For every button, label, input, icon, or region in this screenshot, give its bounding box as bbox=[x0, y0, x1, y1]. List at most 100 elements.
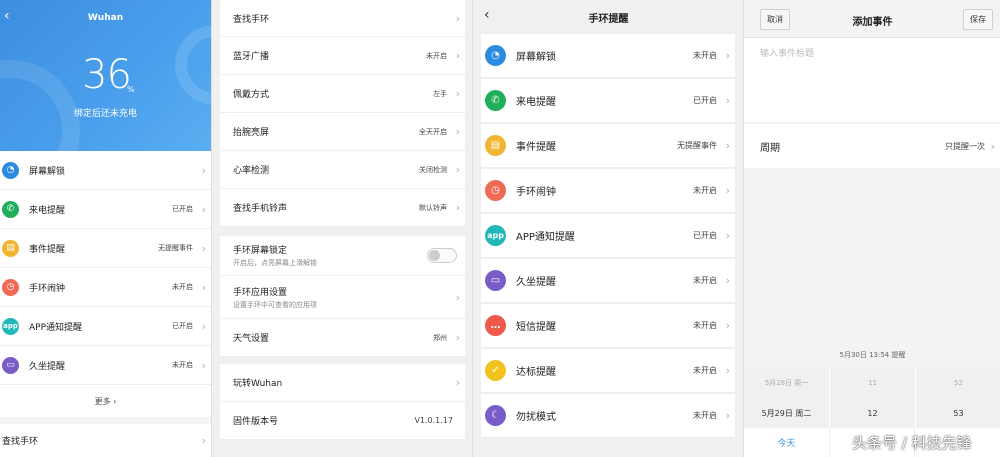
picker-cell[interactable]: 11 bbox=[830, 368, 915, 398]
chevron-right-icon: › bbox=[455, 376, 460, 389]
list-item-dnd[interactable]: ☾ 勿扰模式 未开启 › bbox=[481, 394, 735, 438]
today-button[interactable]: 今天 bbox=[744, 428, 830, 457]
chevron-right-icon: › bbox=[725, 94, 730, 107]
item-label: APP通知提醒 bbox=[29, 322, 83, 333]
item-label: 屏幕解锁 bbox=[516, 52, 556, 63]
item-label: 屏幕解锁 bbox=[29, 166, 66, 177]
calendar-icon: ▤ bbox=[485, 135, 506, 156]
list-item-alarm[interactable]: ◷ 手环闹钟 未开启 › bbox=[0, 268, 211, 307]
item-label: 佩戴方式 bbox=[233, 90, 270, 100]
item-value: 郑州 bbox=[433, 333, 447, 342]
setting-band-apps[interactable]: 手环应用设置 设置手环中可查看的应用项 › bbox=[220, 276, 465, 319]
list-item-app-notify[interactable]: app APP通知提醒 已开启 › bbox=[481, 214, 735, 258]
item-label: 久坐提醒 bbox=[516, 277, 556, 288]
setting-heart-rate[interactable]: 心率检测 关闭检测 › bbox=[220, 151, 465, 189]
chevron-right-icon: › bbox=[725, 319, 730, 332]
setting-firmware-version: 固件版本号 V1.0.1.17 bbox=[220, 402, 465, 440]
chevron-right-icon: › bbox=[725, 184, 730, 197]
item-value: 已开启 bbox=[172, 205, 193, 213]
item-label: 勿扰模式 bbox=[516, 412, 556, 423]
list-item-screen-unlock[interactable]: ◔ 屏幕解锁 › bbox=[0, 151, 211, 190]
lock-icon: ◔ bbox=[485, 45, 506, 66]
chevron-right-icon: › bbox=[725, 49, 730, 62]
chevron-right-icon: › bbox=[990, 139, 995, 153]
item-value: 左手 bbox=[433, 89, 447, 98]
more-button[interactable]: 更多 › bbox=[0, 385, 211, 417]
item-label: APP通知提醒 bbox=[516, 232, 575, 243]
item-label: 手环应用设置 bbox=[233, 287, 288, 298]
item-label: 蓝牙广播 bbox=[233, 52, 270, 62]
item-label: 天气设置 bbox=[233, 334, 270, 344]
lock-icon: ◔ bbox=[2, 161, 19, 179]
item-label: 心率检测 bbox=[233, 166, 270, 176]
item-value: 未开启 bbox=[172, 361, 193, 369]
alarm-icon: ◷ bbox=[2, 278, 19, 296]
item-label: 事件提醒 bbox=[29, 244, 66, 255]
item-value: 全天开启 bbox=[419, 127, 447, 136]
alarm-icon: ◷ bbox=[485, 180, 506, 201]
item-value: 已开启 bbox=[172, 322, 193, 330]
find-band-row[interactable]: 查找手环 › bbox=[0, 424, 211, 457]
item-label: 久坐提醒 bbox=[29, 361, 66, 372]
picker-hour-column[interactable]: 11 12 bbox=[830, 368, 916, 428]
picker-cell[interactable]: 5月28日 周一 bbox=[744, 368, 829, 398]
list-item-sms[interactable]: … 短信提醒 未开启 › bbox=[481, 304, 735, 348]
list-item-screen-unlock[interactable]: ◔ 屏幕解锁 未开启 › bbox=[481, 34, 735, 78]
picker-cell[interactable]: 52 bbox=[916, 368, 1000, 398]
picker-date-column[interactable]: 5月28日 周一 5月29日 周二 bbox=[744, 368, 830, 428]
item-value: 未开启 bbox=[693, 51, 717, 60]
app-icon: app bbox=[2, 317, 19, 335]
list-item-event-reminder[interactable]: ▤ 事件提醒 无提醒事件 › bbox=[0, 229, 211, 268]
item-value: 未开启 bbox=[693, 366, 717, 375]
battery-unit: % bbox=[127, 85, 135, 94]
picker-cell-selected[interactable]: 5月29日 周二 bbox=[744, 398, 829, 428]
period-row[interactable]: 周期 只提醒一次 › bbox=[744, 124, 1000, 168]
item-label: 玩转Wuhan bbox=[233, 379, 283, 389]
item-value: V1.0.1.17 bbox=[414, 416, 453, 425]
list-item-event-reminder[interactable]: ▤ 事件提醒 无提醒事件 › bbox=[481, 124, 735, 168]
item-label: 查找手机铃声 bbox=[233, 204, 288, 214]
chevron-right-icon: › bbox=[201, 319, 206, 333]
save-button[interactable]: 保存 bbox=[963, 9, 993, 30]
chevron-right-icon: › bbox=[201, 202, 206, 216]
item-label: 固件版本号 bbox=[233, 417, 279, 427]
setting-raise-to-wake[interactable]: 抬腕亮屏 全天开启 › bbox=[220, 113, 465, 151]
item-value: 关闭检测 bbox=[419, 165, 447, 174]
datetime-picker[interactable]: 5月28日 周一 5月29日 周二 11 12 52 53 bbox=[744, 368, 1000, 428]
setting-wear-mode[interactable]: 佩戴方式 左手 › bbox=[220, 75, 465, 113]
device-home-panel: ‹ Wuhan 36 % 绑定后还未充电 ◔ 屏幕解锁 › ✆ 来电提醒 已开启… bbox=[0, 0, 211, 457]
item-sublabel: 开启后，点亮屏幕上滑解锁 bbox=[233, 259, 317, 267]
list-item-sedentary[interactable]: ▭ 久坐提醒 未开启 › bbox=[481, 259, 735, 303]
item-value: 未开启 bbox=[172, 283, 193, 291]
list-item-alarm[interactable]: ◷ 手环闹钟 未开启 › bbox=[481, 169, 735, 213]
picker-cell-selected[interactable]: 53 bbox=[916, 398, 1000, 428]
period-label: 周期 bbox=[760, 142, 780, 154]
item-label: 查找手环 bbox=[233, 14, 270, 25]
list-item-goal[interactable]: ✓ 达标提醒 未开启 › bbox=[481, 349, 735, 393]
list-item-app-notify[interactable]: app APP通知提醒 已开启 › bbox=[0, 307, 211, 346]
device-name: Wuhan bbox=[87, 13, 124, 23]
decor-circle bbox=[175, 25, 211, 105]
setting-weather[interactable]: 天气设置 郑州 › bbox=[220, 319, 465, 357]
screen-lock-toggle[interactable] bbox=[427, 248, 457, 263]
picker-minute-column[interactable]: 52 53 bbox=[916, 368, 1000, 428]
setting-screen-lock: 手环屏幕锁定 开启后，点亮屏幕上滑解锁 bbox=[220, 236, 465, 276]
list-item-call-reminder[interactable]: ✆ 来电提醒 已开启 › bbox=[481, 79, 735, 123]
message-icon: … bbox=[485, 315, 506, 336]
band-reminders-panel: ‹ 手环提醒 ◔ 屏幕解锁 未开启 › ✆ 来电提醒 已开启 › ▤ 事件提醒 … bbox=[472, 0, 743, 457]
event-title-input[interactable]: 输入事件标题 bbox=[744, 38, 1000, 122]
item-value: 未开启 bbox=[693, 186, 717, 195]
chevron-right-icon: › bbox=[201, 241, 206, 255]
picker-cell-selected[interactable]: 12 bbox=[830, 398, 915, 428]
item-label: 来电提醒 bbox=[29, 205, 66, 216]
setting-find-phone-ringtone[interactable]: 查找手机铃声 默认铃声 › bbox=[220, 189, 465, 227]
chevron-right-icon: › bbox=[455, 125, 460, 138]
list-item-call-reminder[interactable]: ✆ 来电提醒 已开启 › bbox=[0, 190, 211, 229]
add-event-panel: 取消 添加事件 保存 输入事件标题 周期 只提醒一次 › 5月30日 13:54… bbox=[743, 0, 1000, 457]
page-title: 手环提醒 bbox=[588, 14, 629, 25]
setting-bluetooth-broadcast[interactable]: 蓝牙广播 未开启 › bbox=[220, 37, 465, 75]
setting-find-band[interactable]: 查找手环 › bbox=[220, 0, 465, 37]
list-item-sedentary[interactable]: ▭ 久坐提醒 未开启 › bbox=[0, 346, 211, 385]
setting-play-wuhan[interactable]: 玩转Wuhan › bbox=[220, 364, 465, 402]
item-value: 无提醒事件 bbox=[158, 244, 193, 252]
